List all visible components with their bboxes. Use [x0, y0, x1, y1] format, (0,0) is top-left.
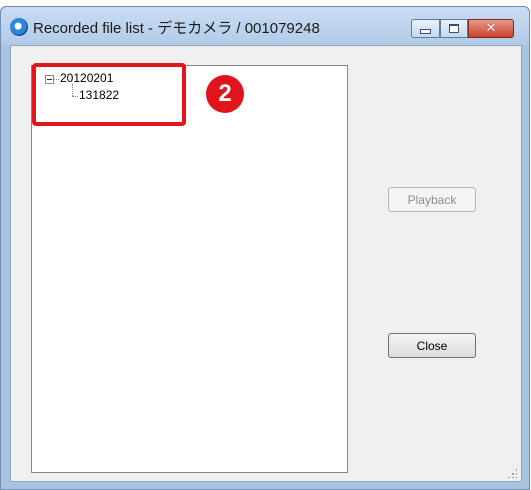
title-bar[interactable]: Recorded file list - デモカメラ / 001079248 ✕	[1, 7, 529, 45]
minimize-button[interactable]	[411, 19, 440, 38]
annotation-highlight-box	[32, 63, 186, 126]
playback-button[interactable]: Playback	[388, 187, 476, 212]
window-title: Recorded file list - デモカメラ / 001079248	[33, 20, 320, 37]
maximize-icon	[449, 24, 459, 33]
close-window-button[interactable]: ✕	[468, 19, 514, 38]
resize-grip-icon[interactable]	[507, 468, 517, 478]
recorded-file-list-window: Recorded file list - デモカメラ / 001079248 ✕…	[0, 6, 530, 490]
camera-app-icon	[10, 18, 28, 36]
maximize-button[interactable]	[440, 19, 468, 38]
close-button[interactable]: Close	[388, 333, 476, 358]
close-icon: ✕	[485, 21, 497, 36]
file-tree[interactable]: 20120201 131822	[31, 65, 348, 473]
minimize-icon	[420, 29, 431, 34]
annotation-step-badge: 2	[206, 75, 244, 113]
window-content: 20120201 131822 2 Playback Close	[10, 45, 522, 482]
